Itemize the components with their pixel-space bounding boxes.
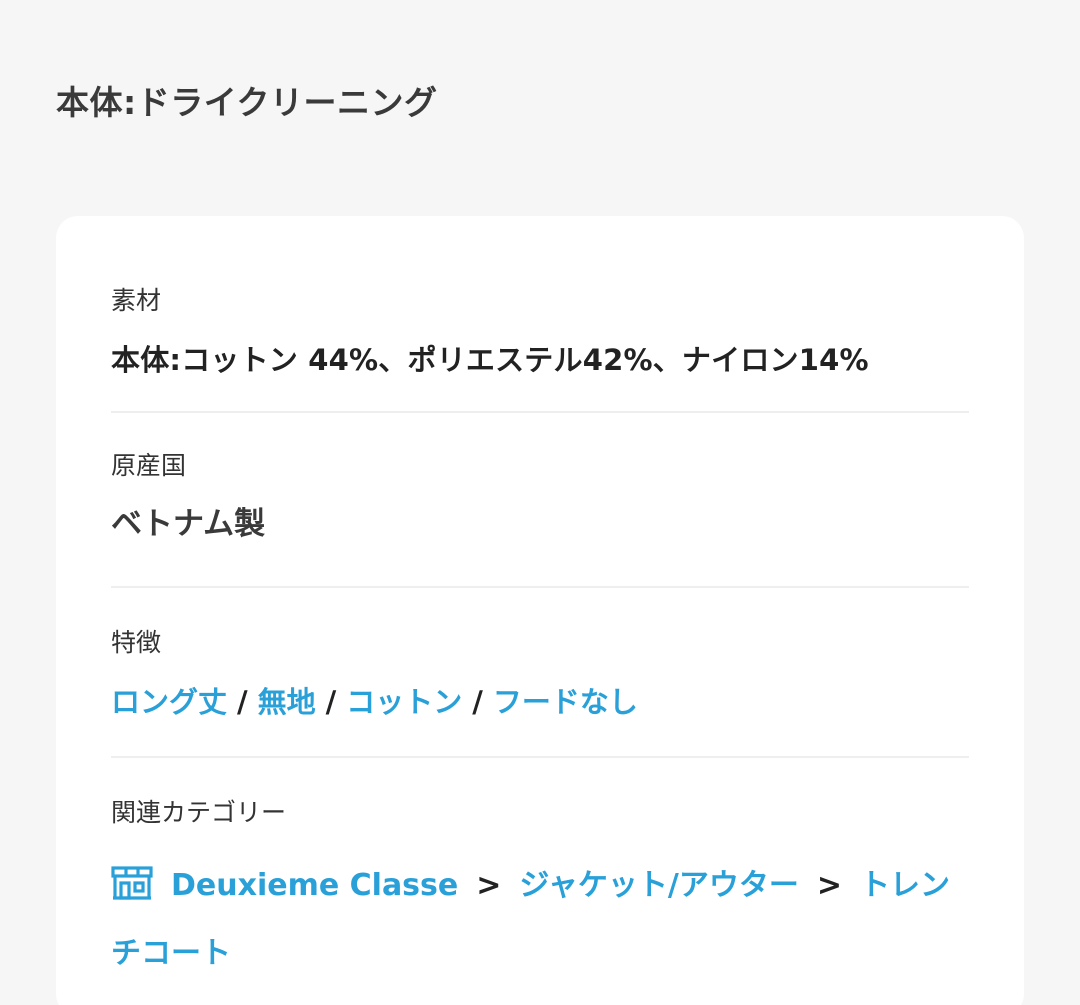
features-section: 特徴 ロング丈 / 無地 / コットン / フードなし (111, 588, 969, 758)
feature-link-no-hood[interactable]: フードなし (493, 685, 638, 719)
feature-link-long-length[interactable]: ロング丈 (111, 685, 227, 719)
feature-tags: ロング丈 / 無地 / コットン / フードなし (111, 682, 969, 722)
material-value: 本体:コットン 44%、ポリエステル42%、ナイロン14% (111, 343, 869, 377)
product-detail-page: 本体:ドライクリーニング 素材 本体:コットン 44%、ポリエステル42%、ナイ… (0, 0, 1080, 1005)
categories-section: 関連カテゴリー Deuxieme Classe > ジャケット/アウター > ト… (111, 758, 969, 988)
breadcrumb-separator: > (816, 868, 842, 903)
origin-value: ベトナム製 (111, 506, 266, 542)
origin-label: 原産国 (111, 451, 187, 480)
features-label: 特徴 (111, 628, 162, 657)
product-spec-card: 素材 本体:コットン 44%、ポリエステル42%、ナイロン14% 原産国 ベトナ… (56, 216, 1024, 1005)
feature-separator: / (325, 685, 337, 719)
material-label: 素材 (111, 286, 162, 315)
categories-label: 関連カテゴリー (111, 798, 287, 827)
feature-link-cotton[interactable]: コットン (346, 685, 462, 719)
care-instructions: 本体:ドライクリーニング (56, 83, 438, 122)
category-breadcrumb: Deuxieme Classe > ジャケット/アウター > トレンチコート (111, 852, 971, 988)
category-link-jacket-outer[interactable]: ジャケット/アウター (519, 868, 798, 903)
feature-separator: / (237, 685, 248, 719)
origin-section: 原産国 ベトナム製 (111, 413, 969, 588)
feature-link-solid[interactable]: 無地 (258, 685, 316, 719)
breadcrumb-separator: > (476, 868, 502, 903)
category-link-brand[interactable]: Deuxieme Classe (171, 868, 458, 903)
feature-separator: / (472, 685, 483, 719)
material-section: 素材 本体:コットン 44%、ポリエステル42%、ナイロン14% (111, 216, 969, 413)
shop-icon (111, 857, 153, 900)
